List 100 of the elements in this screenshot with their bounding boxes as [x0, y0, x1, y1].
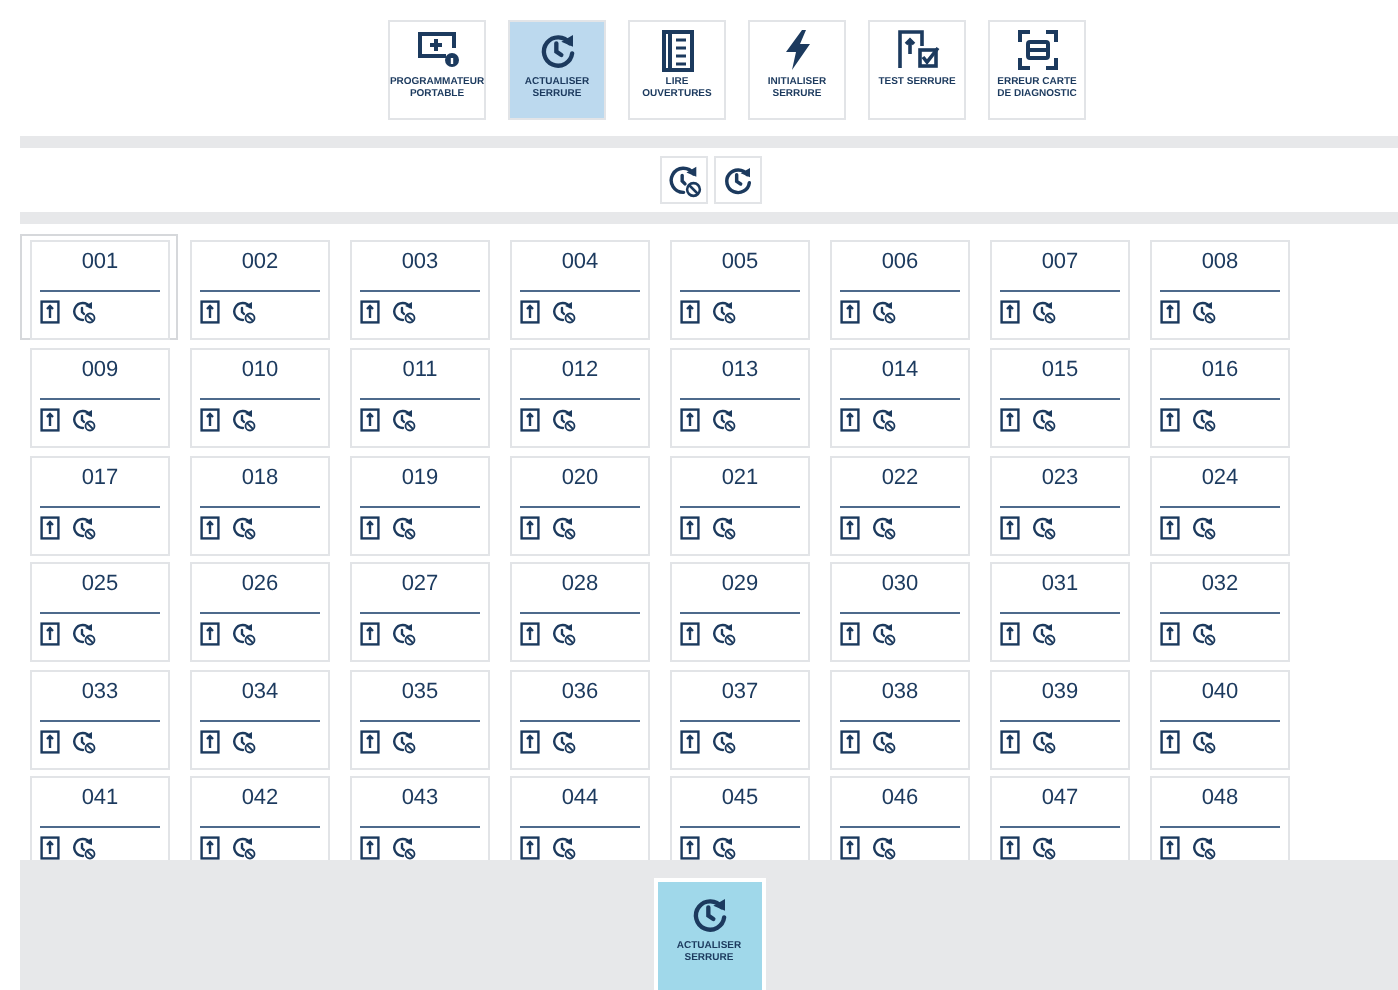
- lock-card[interactable]: 042: [190, 776, 330, 860]
- lock-card[interactable]: 044: [510, 776, 650, 860]
- lock-card[interactable]: 040: [1150, 669, 1290, 770]
- lock-card[interactable]: 026: [190, 562, 330, 663]
- lock-card[interactable]: 045: [670, 776, 810, 860]
- lock-card[interactable]: 038: [830, 669, 970, 770]
- lock-card[interactable]: 035: [350, 669, 490, 770]
- refresh-cancel-icon: [232, 729, 256, 754]
- lock-card[interactable]: 043: [350, 776, 490, 860]
- refresh-cancel-icon: [1032, 408, 1056, 433]
- door-icon: [1160, 622, 1180, 647]
- door-icon: [840, 300, 860, 325]
- lock-card[interactable]: 027: [350, 562, 490, 663]
- lock-card[interactable]: 005: [670, 240, 810, 341]
- door-icon: [360, 729, 380, 754]
- door-icon: [680, 622, 700, 647]
- refresh-cancel-icon: [872, 515, 896, 540]
- lightning-icon: [783, 30, 811, 70]
- lock-card[interactable]: 011: [350, 348, 490, 449]
- lock-card[interactable]: 012: [510, 348, 650, 449]
- refresh-cancel-icon: [392, 408, 416, 433]
- lock-card[interactable]: 019: [350, 455, 490, 556]
- refresh-cancel-icon: [392, 622, 416, 647]
- lock-card[interactable]: 028: [510, 562, 650, 663]
- lock-number: 009: [79, 356, 121, 387]
- lock-card[interactable]: 032: [1150, 562, 1290, 663]
- lock-card[interactable]: 021: [670, 455, 810, 556]
- lock-number: 043: [399, 784, 441, 815]
- lock-card[interactable]: 014: [830, 348, 970, 449]
- lock-card[interactable]: 018: [190, 455, 330, 556]
- lock-card[interactable]: 037: [670, 669, 810, 770]
- icon-button[interactable]: [714, 156, 762, 205]
- lock-number: 041: [79, 784, 121, 815]
- lock-card[interactable]: 016: [1150, 348, 1290, 449]
- refresh-cancel-icon: [552, 408, 576, 433]
- lock-card[interactable]: 006: [830, 240, 970, 341]
- refresh-cancel-icon: [1192, 729, 1216, 754]
- lock-card[interactable]: 047: [990, 776, 1130, 860]
- lock-card[interactable]: 008: [1150, 240, 1290, 341]
- door-icon: [40, 729, 60, 754]
- refresh-cancel-icon: [1192, 408, 1216, 433]
- lock-card[interactable]: 034: [190, 669, 330, 770]
- lock-card[interactable]: 041: [30, 776, 170, 860]
- lock-card[interactable]: 046: [830, 776, 970, 860]
- door-icon: [200, 729, 220, 754]
- lock-card[interactable]: 025: [30, 562, 170, 663]
- lock-number: 010: [239, 356, 281, 387]
- door-icon: [680, 836, 700, 860]
- lock-card[interactable]: 002: [190, 240, 330, 341]
- door-icon: [1000, 622, 1020, 647]
- door-icon: [1000, 729, 1020, 754]
- lock-card[interactable]: 004: [510, 240, 650, 341]
- lock-number: 045: [719, 784, 761, 815]
- door-icon: [360, 622, 380, 647]
- refresh-cancel-icon: [1032, 515, 1056, 540]
- monitor-plus-icon: [415, 30, 459, 70]
- refresh-cancel-icon: [1192, 836, 1216, 860]
- lock-card[interactable]: 029: [670, 562, 810, 663]
- lock-card[interactable]: 039: [990, 669, 1130, 770]
- refresh-cancel-icon: [1192, 515, 1216, 540]
- lock-card[interactable]: 030: [830, 562, 970, 663]
- refresh-icon: [537, 30, 577, 70]
- lock-card[interactable]: 024: [1150, 455, 1290, 556]
- refresh-cancel-icon: [712, 836, 736, 860]
- door-icon: [1000, 408, 1020, 433]
- door-icon: [680, 408, 700, 433]
- lock-card[interactable]: 033: [30, 669, 170, 770]
- refresh-cancel-icon: [392, 729, 416, 754]
- lock-card[interactable]: 013: [670, 348, 810, 449]
- lock-number: 013: [719, 356, 761, 387]
- door-icon: [680, 515, 700, 540]
- door-icon: [520, 836, 540, 860]
- door-icon: [840, 622, 860, 647]
- lock-number: 029: [719, 570, 761, 601]
- lock-card[interactable]: 017: [30, 455, 170, 556]
- lock-number: 028: [559, 570, 601, 601]
- lock-card[interactable]: 003: [350, 240, 490, 341]
- refresh-cancel-icon: [552, 622, 576, 647]
- lock-card[interactable]: 031: [990, 562, 1130, 663]
- lock-card[interactable]: 023: [990, 455, 1130, 556]
- lock-card[interactable]: 020: [510, 455, 650, 556]
- door-icon: [360, 408, 380, 433]
- refresh-cancel-icon: [872, 408, 896, 433]
- lock-card[interactable]: 048: [1150, 776, 1290, 860]
- lock-number: 011: [400, 356, 440, 387]
- lock-card[interactable]: 036: [510, 669, 650, 770]
- door-icon: [40, 515, 60, 540]
- lock-number: 035: [399, 677, 441, 708]
- refresh-cancel-icon: [667, 163, 701, 198]
- icon-button[interactable]: [660, 156, 708, 205]
- lock-card[interactable]: 015: [990, 348, 1130, 449]
- refresh-cancel-icon: [1032, 300, 1056, 325]
- lock-card[interactable]: 022: [830, 455, 970, 556]
- door-icon: [520, 515, 540, 540]
- lock-card[interactable]: 010: [190, 348, 330, 449]
- lock-card[interactable]: 007: [990, 240, 1130, 341]
- lock-card[interactable]: 009: [30, 348, 170, 449]
- door-icon: [1160, 729, 1180, 754]
- lock-number: 033: [79, 677, 121, 708]
- lock-number: 034: [239, 677, 281, 708]
